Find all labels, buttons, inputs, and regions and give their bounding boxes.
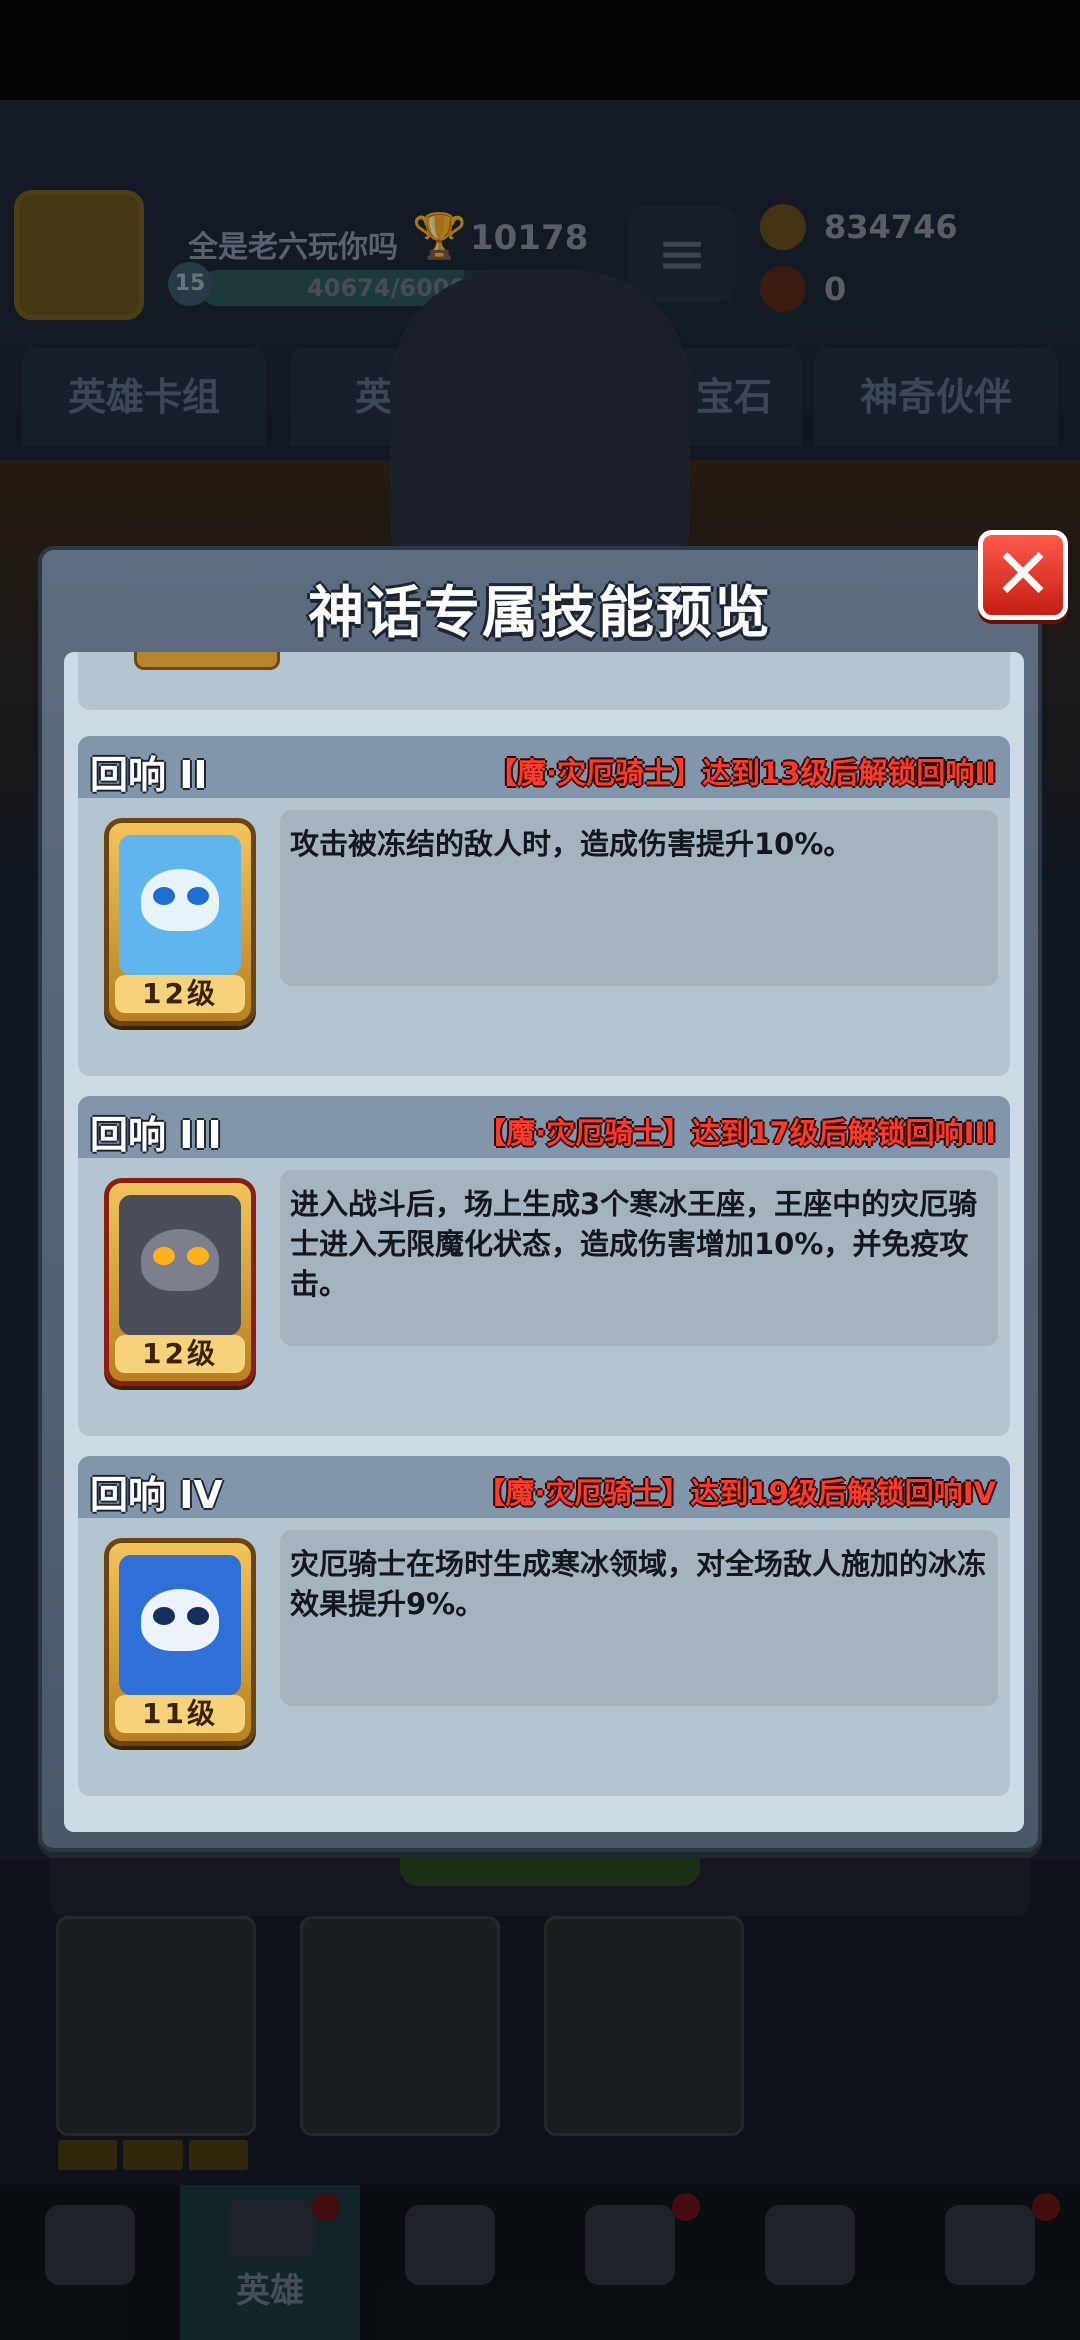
echo-unlock-condition: 【魔·灾厄骑士】达到17级后解锁回响III xyxy=(477,1116,996,1150)
echo-name: 回响 III xyxy=(90,1113,222,1157)
echo-name: 回响 II xyxy=(90,753,208,797)
echo-header: 回响 III 【魔·灾厄骑士】达到17级后解锁回响III xyxy=(78,1096,1010,1158)
hero-card[interactable]: 12级 xyxy=(104,818,256,1026)
hero-card[interactable]: 12级 xyxy=(104,1178,256,1386)
echo-header: 回响 IV 【魔·灾厄骑士】达到19级后解锁回响IV xyxy=(78,1456,1010,1518)
yeti-hero-icon xyxy=(119,835,241,975)
modal-title: 神话专属技能预览 xyxy=(308,581,772,646)
hero-level-badge: 12级 xyxy=(115,975,245,1013)
echo-name: 回响 IV xyxy=(90,1473,223,1517)
dark-knight-hero-icon xyxy=(119,1195,241,1335)
hero-frame-edge xyxy=(134,652,280,670)
echo-unlock-condition: 【魔·灾厄骑士】达到19级后解锁回响IV xyxy=(476,1476,996,1510)
echo-card: 回响 IV 【魔·灾厄骑士】达到19级后解锁回响IV 11级 灾厄骑士在场时生成… xyxy=(78,1456,1010,1796)
frost-king-hero-icon xyxy=(119,1555,241,1695)
echo-card-previous xyxy=(78,652,1010,710)
echo-header: 回响 II 【魔·灾厄骑士】达到13级后解锁回响II xyxy=(78,736,1010,798)
echo-description: 攻击被冻结的敌人时，造成伤害提升10%。 xyxy=(280,810,998,986)
echo-description: 灾厄骑士在场时生成寒冰领域，对全场敌人施加的冰冻效果提升9%。 xyxy=(280,1530,998,1706)
hero-level-badge: 11级 xyxy=(115,1695,245,1733)
echo-description: 进入战斗后，场上生成3个寒冰王座，王座中的灾厄骑士进入无限魔化状态，造成伤害增加… xyxy=(280,1170,998,1346)
echo-card: 回响 III 【魔·灾厄骑士】达到17级后解锁回响III 12级 进入战斗后，场… xyxy=(78,1096,1010,1436)
skill-preview-modal: 神话专属技能预览 回响 II 【魔·灾厄骑士】达到13级后解锁回响II 12级 … xyxy=(38,546,1042,1852)
close-button[interactable]: ✕ xyxy=(978,530,1068,620)
hero-level-badge: 12级 xyxy=(115,1335,245,1373)
hero-card[interactable]: 11级 xyxy=(104,1538,256,1746)
echo-list[interactable]: 回响 II 【魔·灾厄骑士】达到13级后解锁回响II 12级 攻击被冻结的敌人时… xyxy=(64,652,1024,1832)
echo-unlock-condition: 【魔·灾厄骑士】达到13级后解锁回响II xyxy=(488,756,996,790)
echo-card: 回响 II 【魔·灾厄骑士】达到13级后解锁回响II 12级 攻击被冻结的敌人时… xyxy=(78,736,1010,1076)
